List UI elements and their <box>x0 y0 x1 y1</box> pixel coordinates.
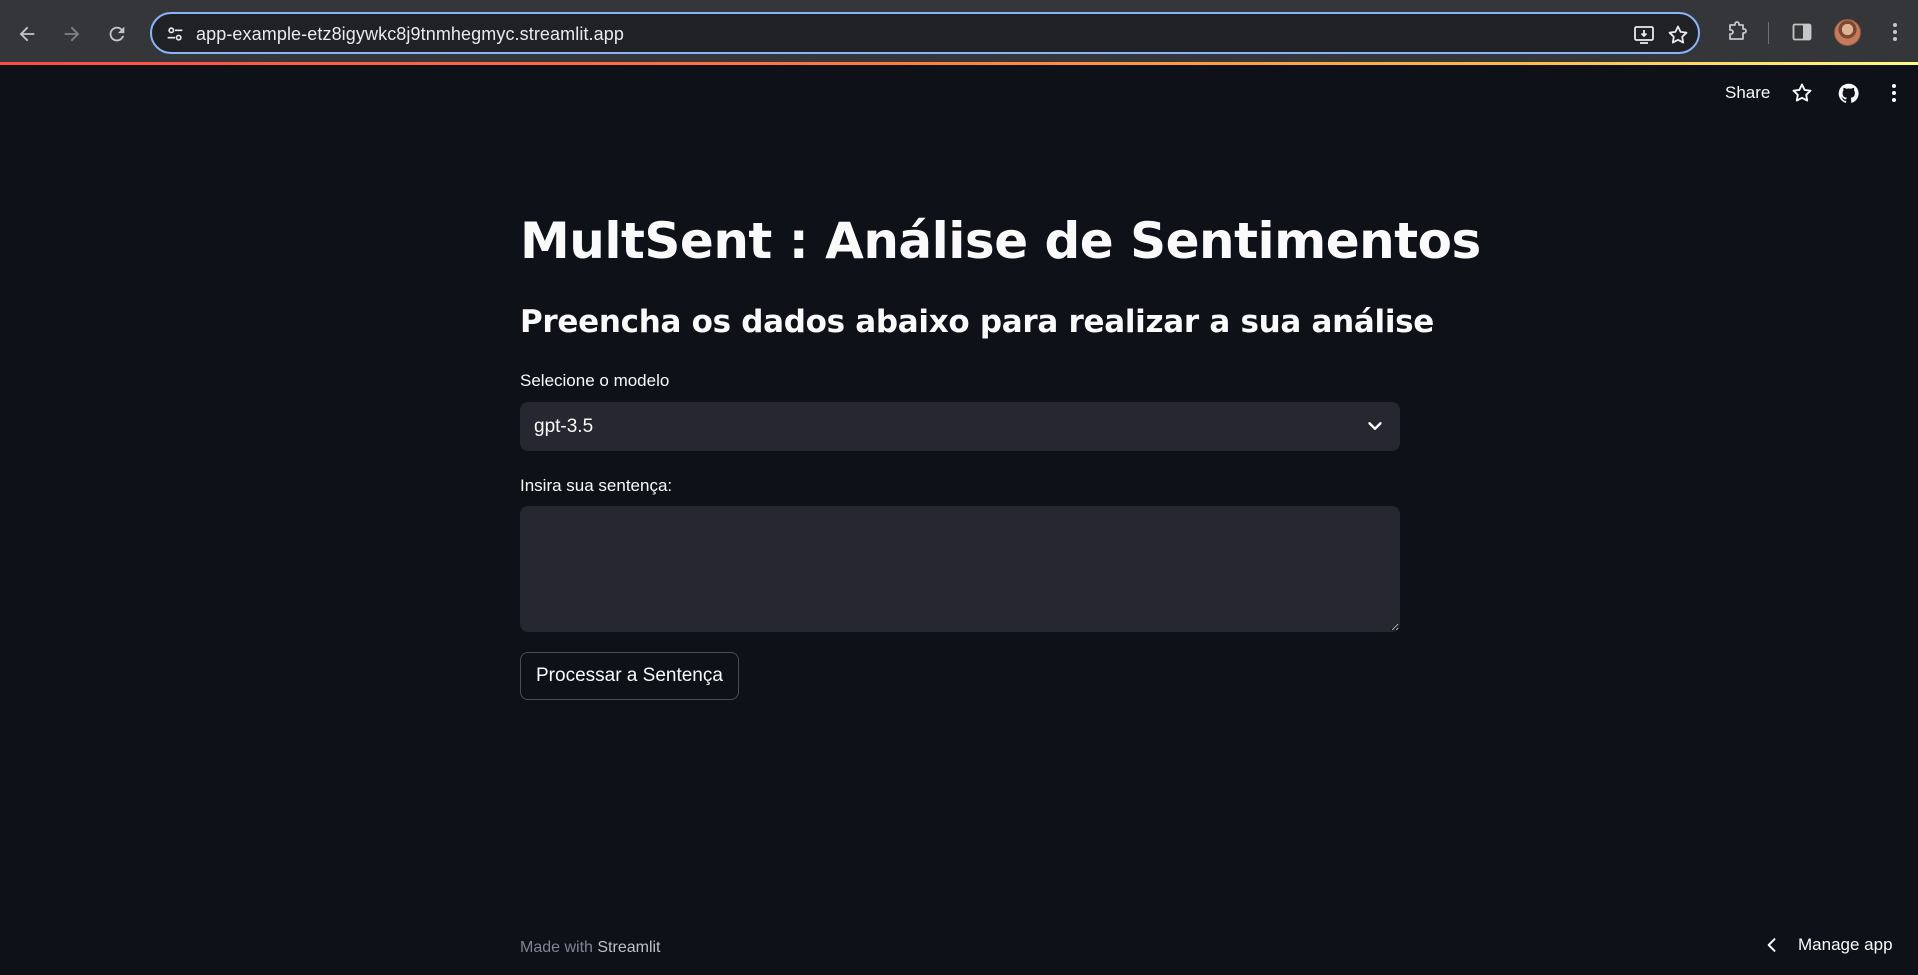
browser-toolbar: app-example-etz8igywkc8j9tnmhegmyc.strea… <box>0 0 1918 64</box>
star-icon <box>1792 83 1812 102</box>
extensions-button[interactable] <box>1722 17 1752 47</box>
page-title: MultSent : Análise de Sentimentos <box>520 212 1481 270</box>
model-select-label: Selecione o modelo <box>520 371 670 390</box>
reload-icon <box>109 26 125 42</box>
side-panel-button[interactable] <box>1787 17 1817 47</box>
sentence-input-label: Insira sua sentença: <box>520 476 673 495</box>
address-bar[interactable]: app-example-etz8igywkc8j9tnmhegmyc.strea… <box>150 12 1700 54</box>
arrow-right-icon <box>64 26 80 42</box>
browser-menu-button[interactable] <box>1880 17 1910 47</box>
process-sentence-button[interactable]: Processar a Sentença <box>520 652 739 700</box>
kebab-menu-icon <box>1892 84 1896 102</box>
app-header: Share <box>0 65 1918 121</box>
share-button[interactable]: Share <box>1725 83 1770 103</box>
side-panel-icon <box>1792 23 1812 41</box>
url-text[interactable]: app-example-etz8igywkc8j9tnmhegmyc.strea… <box>196 24 624 45</box>
manage-app-button[interactable]: Manage app <box>1762 935 1893 955</box>
streamlit-link[interactable]: Streamlit <box>597 939 660 956</box>
favorite-button[interactable] <box>1790 81 1814 105</box>
back-button[interactable] <box>9 16 45 52</box>
bookmark-star-icon[interactable] <box>1666 23 1690 47</box>
reload-button[interactable] <box>99 16 135 52</box>
github-button[interactable] <box>1836 81 1860 105</box>
github-icon <box>1838 83 1859 103</box>
page-subtitle: Preencha os dados abaixo para realizar a… <box>520 304 1435 340</box>
profile-avatar[interactable] <box>1834 19 1861 46</box>
puzzle-icon <box>1729 21 1747 40</box>
model-select-value[interactable]: gpt-3.5 <box>534 416 593 438</box>
install-app-icon[interactable] <box>1632 23 1656 47</box>
toolbar-divider <box>1768 22 1769 44</box>
made-with-text: Made with <box>520 939 593 956</box>
sentence-textarea[interactable] <box>520 506 1400 632</box>
chevron-down-icon[interactable] <box>1364 415 1386 437</box>
model-select[interactable]: gpt-3.5 <box>520 402 1400 451</box>
footer-credit: Made with Streamlit <box>520 939 661 957</box>
forward-button[interactable] <box>54 16 90 52</box>
app-menu-button[interactable] <box>1882 81 1906 105</box>
chevron-left-icon <box>1767 938 1776 952</box>
site-settings-icon[interactable] <box>164 23 186 45</box>
manage-app-label: Manage app <box>1798 935 1893 954</box>
arrow-left-icon <box>19 26 35 42</box>
kebab-menu-icon <box>1893 23 1897 41</box>
